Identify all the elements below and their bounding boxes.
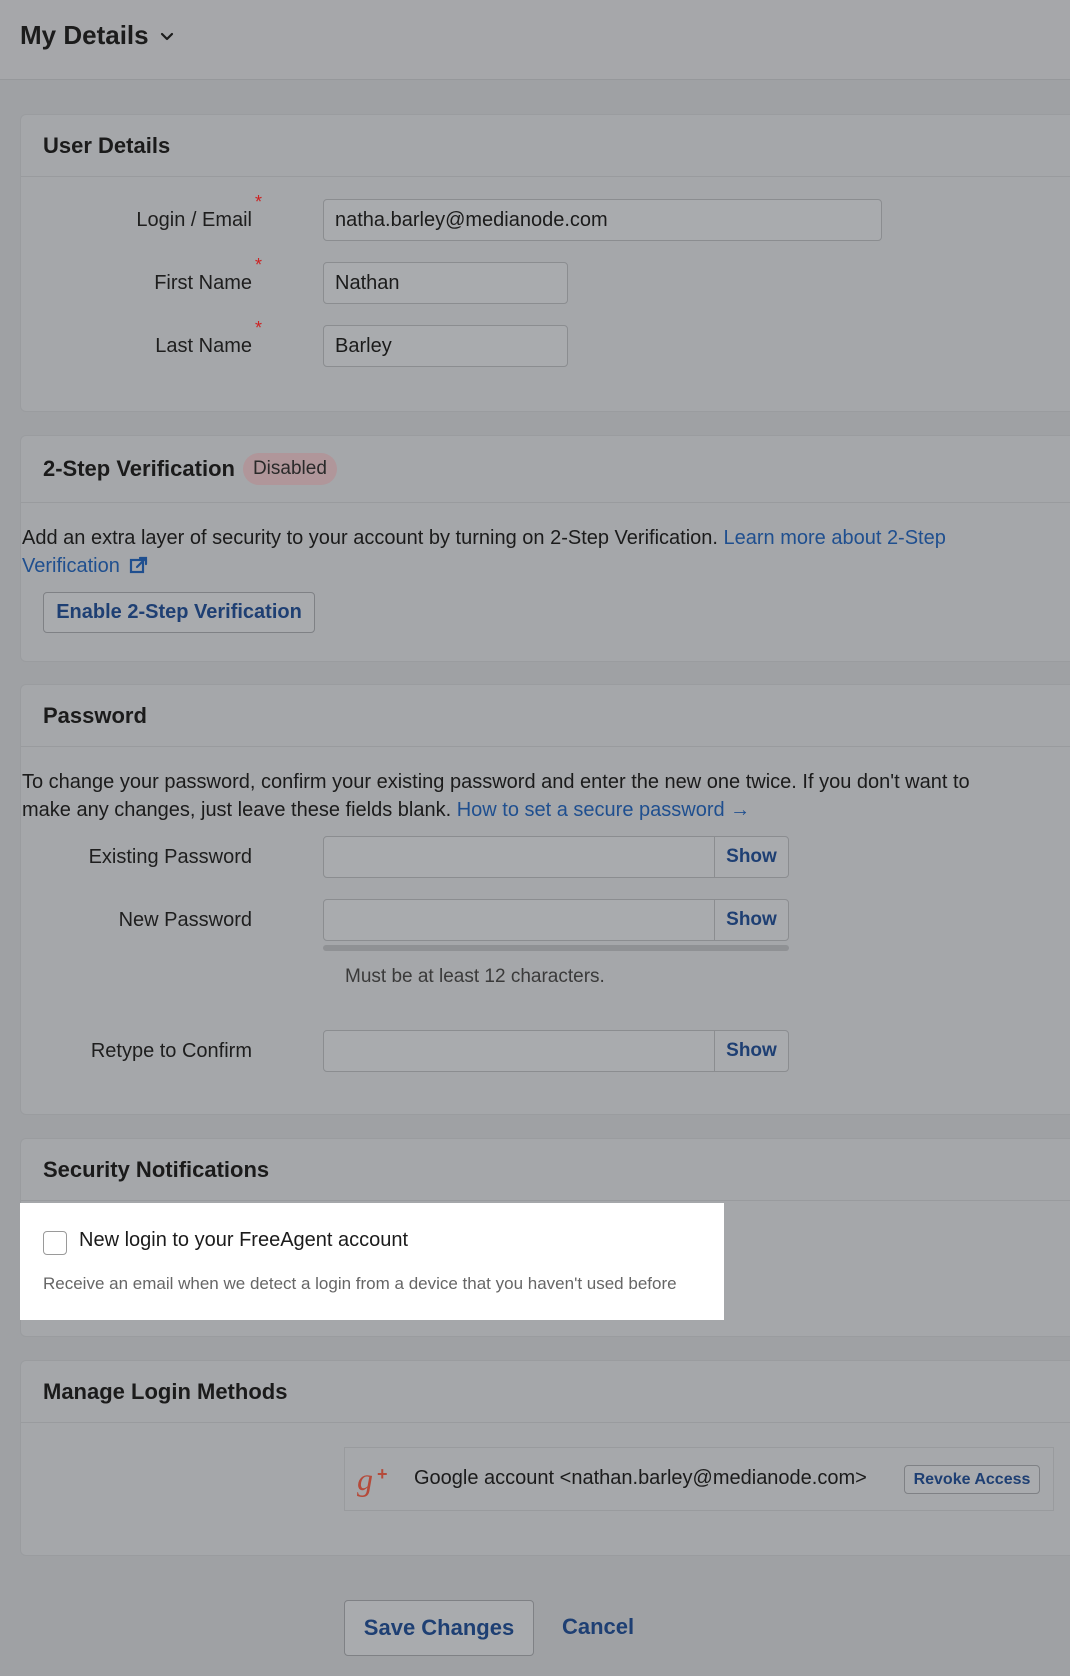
- retype-password-label: Retype to Confirm: [90, 1040, 252, 1062]
- password-description: To change your password, confirm your ex…: [22, 771, 970, 821]
- password-strength-meter: [323, 945, 789, 951]
- new-password-field[interactable]: Show: [323, 899, 789, 941]
- required-marker: *: [254, 192, 262, 212]
- login-methods-heading: Manage Login Methods: [21, 1361, 1070, 1423]
- existing-password-label: Existing Password: [88, 846, 252, 868]
- new-login-notification-option: New login to your FreeAgent account Rece…: [20, 1203, 724, 1320]
- external-link-icon: [130, 556, 148, 574]
- status-badge: Disabled: [242, 453, 337, 485]
- top-bar: My Details: [0, 0, 1070, 80]
- login-email-row: Login / Email * natha.barley@medianode.co…: [0, 192, 1000, 241]
- two-step-title: 2-Step Verification: [43, 456, 235, 481]
- first-name-row: First Name * Nathan: [0, 255, 1000, 304]
- show-retype-password-button[interactable]: Show: [714, 1031, 788, 1071]
- two-step-heading: 2-Step Verification Disabled: [21, 436, 1070, 503]
- login-email-label: Login / Email *: [136, 192, 262, 231]
- two-step-description: Add an extra layer of security to your a…: [22, 527, 946, 577]
- learn-more-link[interactable]: Learn more about 2-Step: [724, 527, 946, 549]
- first-name-label: First Name *: [154, 255, 262, 294]
- secure-password-link[interactable]: How to set a secure password →: [457, 799, 750, 821]
- cancel-link[interactable]: Cancel: [562, 1614, 634, 1640]
- svg-text:+: +: [377, 1464, 388, 1484]
- svg-text:g: g: [357, 1461, 373, 1497]
- new-login-label[interactable]: New login to your FreeAgent account: [79, 1229, 408, 1252]
- user-details-heading: User Details: [21, 115, 1070, 177]
- last-name-field[interactable]: Barley: [323, 325, 568, 367]
- last-name-row: Last Name * Barley: [0, 318, 1000, 367]
- login-email-field[interactable]: natha.barley@medianode.com: [323, 199, 882, 241]
- chevron-down-icon: [160, 32, 173, 40]
- first-name-field[interactable]: Nathan: [323, 262, 568, 304]
- existing-password-row: Existing Password Show: [0, 836, 1000, 878]
- google-plus-icon: g +: [357, 1461, 388, 1497]
- password-heading: Password: [21, 685, 1070, 747]
- page-title-dropdown[interactable]: My Details: [20, 20, 175, 51]
- new-password-label: New Password: [118, 909, 252, 931]
- new-login-checkbox[interactable]: [43, 1231, 67, 1255]
- existing-password-field[interactable]: Show: [323, 836, 789, 878]
- required-marker: *: [254, 318, 262, 338]
- security-notifications-heading: Security Notifications: [21, 1139, 1070, 1201]
- last-name-label: Last Name *: [155, 318, 262, 357]
- show-new-password-button[interactable]: Show: [714, 900, 788, 940]
- enable-two-step-button[interactable]: Enable 2-Step Verification: [43, 592, 315, 633]
- revoke-access-button[interactable]: Revoke Access: [904, 1465, 1040, 1494]
- required-marker: *: [254, 255, 262, 275]
- page-title: My Details: [20, 20, 149, 50]
- new-login-description: Receive an email when we detect a login …: [43, 1274, 677, 1293]
- google-login-method: g + Google account <nathan.barley@median…: [344, 1447, 1054, 1511]
- retype-password-field[interactable]: Show: [323, 1030, 789, 1072]
- google-account-text: Google account <nathan.barley@medianode.…: [414, 1467, 867, 1489]
- save-changes-button[interactable]: Save Changes: [344, 1600, 534, 1656]
- learn-more-link-cont[interactable]: Verification: [22, 555, 120, 577]
- new-password-row: New Password Show: [0, 899, 1000, 941]
- password-hint: Must be at least 12 characters.: [345, 966, 605, 987]
- retype-password-row: Retype to Confirm Show: [0, 1030, 1000, 1072]
- show-existing-password-button[interactable]: Show: [714, 837, 788, 877]
